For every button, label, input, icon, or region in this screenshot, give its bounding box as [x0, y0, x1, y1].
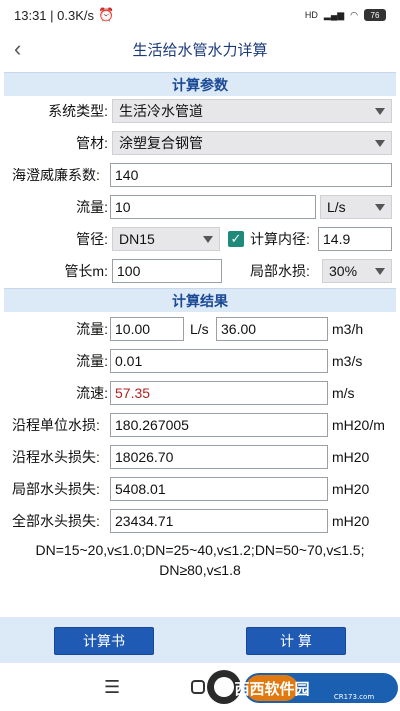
- system-type-row: 系统类型: 生活冷水管道: [4, 96, 396, 126]
- dropdown-arrow-icon: [375, 268, 385, 275]
- cellular-icon: ▂▄▆: [323, 9, 345, 20]
- result-flow-m3h[interactable]: 36.00: [216, 317, 328, 341]
- status-bar: 13:31 | 0.3K/s ⏰ HD ▂▄▆ ◠ 76: [0, 0, 400, 30]
- action-bar: 计算书 计 算: [0, 617, 400, 663]
- diameter-value: DN15: [119, 231, 155, 247]
- length-label: 管长m:: [64, 263, 108, 279]
- diameter-row: 管径: DN15 ✓ 计算内径: 14.9: [4, 224, 396, 254]
- velocity-unit: m/s: [332, 385, 355, 401]
- result-flow-m3s-unit: m3/s: [332, 353, 363, 369]
- total-loss-output[interactable]: 23434.71: [110, 509, 328, 533]
- length-input[interactable]: 100: [112, 259, 222, 283]
- length-row: 管长m: 100 局部水损: 30%: [4, 256, 396, 286]
- system-type-label: 系统类型:: [48, 103, 108, 119]
- home-icon[interactable]: [191, 680, 205, 694]
- battery-icon: 76: [364, 9, 386, 21]
- inner-diameter-input[interactable]: 14.9: [318, 227, 392, 251]
- total-loss-row: 全部水头损失: 23434.71 mH20: [4, 506, 396, 536]
- result-flow-row: 流量: 10.00 L/s 36.00 m3/h: [4, 314, 396, 344]
- local-head-loss-output[interactable]: 5408.01: [110, 477, 328, 501]
- hazen-input[interactable]: 140: [110, 163, 392, 187]
- unit-loss-output[interactable]: 180.267005: [110, 413, 328, 437]
- result-flow-ls-unit: L/s: [190, 321, 209, 337]
- result-flow-m3s[interactable]: 0.01: [110, 349, 328, 373]
- status-time-speed: 13:31 | 0.3K/s: [14, 7, 94, 23]
- signal-icon: HD: [304, 10, 318, 20]
- flow-input[interactable]: 10: [110, 195, 316, 219]
- dropdown-arrow-icon: [375, 204, 385, 211]
- unit-loss-unit: mH20/m: [332, 417, 385, 433]
- head-loss-label: 沿程水头损失:: [12, 449, 100, 465]
- result-flow-label: 流量:: [76, 321, 108, 337]
- diameter-label: 管径:: [76, 231, 108, 247]
- local-loss-label: 局部水损:: [250, 263, 310, 279]
- wifi-icon: ◠: [350, 9, 358, 20]
- inner-diameter-checkbox[interactable]: ✓: [228, 231, 244, 247]
- hazen-label: 海澄威廉系数:: [12, 167, 100, 183]
- unit-loss-row: 沿程单位水损: 180.267005 mH20/m: [4, 410, 396, 440]
- results-section: 计算结果 流量: 10.00 L/s 36.00 m3/h 流量: 0.01 m…: [4, 288, 396, 538]
- system-type-value: 生活冷水管道: [119, 103, 203, 119]
- results-header: 计算结果: [4, 288, 396, 312]
- calc-book-button[interactable]: 计算书: [54, 627, 154, 655]
- dropdown-arrow-icon: [375, 108, 385, 115]
- watermark-text-1: 西西软件园: [234, 680, 309, 698]
- flow-label: 流量:: [76, 199, 108, 215]
- result-flow-ls[interactable]: 10.00: [110, 317, 184, 341]
- flow-unit-select[interactable]: L/s: [320, 195, 392, 219]
- page-title: 生活给水管水力详算: [132, 41, 268, 59]
- result-flow2-row: 流量: 0.01 m3/s: [4, 346, 396, 376]
- title-bar: ‹ 生活给水管水力详算: [0, 30, 400, 68]
- system-type-select[interactable]: 生活冷水管道: [112, 99, 392, 123]
- watermark-logo: 西西软件园 CR173.com: [207, 670, 398, 704]
- head-loss-unit: mH20: [332, 449, 370, 465]
- material-value: 涂塑复合钢管: [119, 135, 203, 151]
- calculate-button[interactable]: 计 算: [246, 627, 346, 655]
- system-nav-bar: ☰ 西西软件园 CR173.com: [0, 663, 400, 711]
- total-loss-unit: mH20: [332, 513, 370, 529]
- hazen-row: 海澄威廉系数: 140: [4, 160, 396, 190]
- flow-row: 流量: 10 L/s: [4, 192, 396, 222]
- velocity-limits-note: DN=15~20,v≤1.0;DN=25~40,v≤1.2;DN=50~70,v…: [0, 540, 400, 580]
- menu-icon[interactable]: ☰: [104, 677, 120, 698]
- velocity-label: 流速:: [76, 385, 108, 401]
- material-label: 管材:: [76, 135, 108, 151]
- result-flow2-label: 流量:: [76, 353, 108, 369]
- unit-loss-label: 沿程单位水损:: [12, 417, 100, 433]
- local-head-loss-row: 局部水头损失: 5408.01 mH20: [4, 474, 396, 504]
- head-loss-output[interactable]: 18026.70: [110, 445, 328, 469]
- flow-unit-value: L/s: [327, 199, 346, 215]
- params-section: 计算参数 系统类型: 生活冷水管道 管材: 涂塑复合钢管 海澄威廉系数: 140…: [4, 72, 396, 290]
- material-select[interactable]: 涂塑复合钢管: [112, 131, 392, 155]
- params-header: 计算参数: [4, 72, 396, 96]
- note-line-2: DN≥80,v≤1.8: [159, 562, 241, 578]
- local-loss-select[interactable]: 30%: [322, 259, 392, 283]
- alarm-icon: ⏰: [98, 7, 115, 22]
- back-chevron-icon[interactable]: ‹: [14, 36, 21, 62]
- velocity-row: 流速: 57.35 m/s: [4, 378, 396, 408]
- local-head-loss-label: 局部水头损失:: [12, 481, 100, 497]
- result-flow-m3h-unit: m3/h: [332, 321, 364, 337]
- inner-diameter-label: 计算内径:: [250, 231, 310, 247]
- material-row: 管材: 涂塑复合钢管: [4, 128, 396, 158]
- watermark-text-2: CR173.com: [334, 693, 374, 701]
- diameter-select[interactable]: DN15: [112, 227, 220, 251]
- velocity-output[interactable]: 57.35: [110, 381, 328, 405]
- dropdown-arrow-icon: [203, 236, 213, 243]
- dropdown-arrow-icon: [375, 140, 385, 147]
- local-head-loss-unit: mH20: [332, 481, 370, 497]
- note-line-1: DN=15~20,v≤1.0;DN=25~40,v≤1.2;DN=50~70,v…: [35, 542, 365, 558]
- local-loss-value: 30%: [329, 263, 358, 279]
- head-loss-row: 沿程水头损失: 18026.70 mH20: [4, 442, 396, 472]
- total-loss-label: 全部水头损失:: [12, 513, 100, 529]
